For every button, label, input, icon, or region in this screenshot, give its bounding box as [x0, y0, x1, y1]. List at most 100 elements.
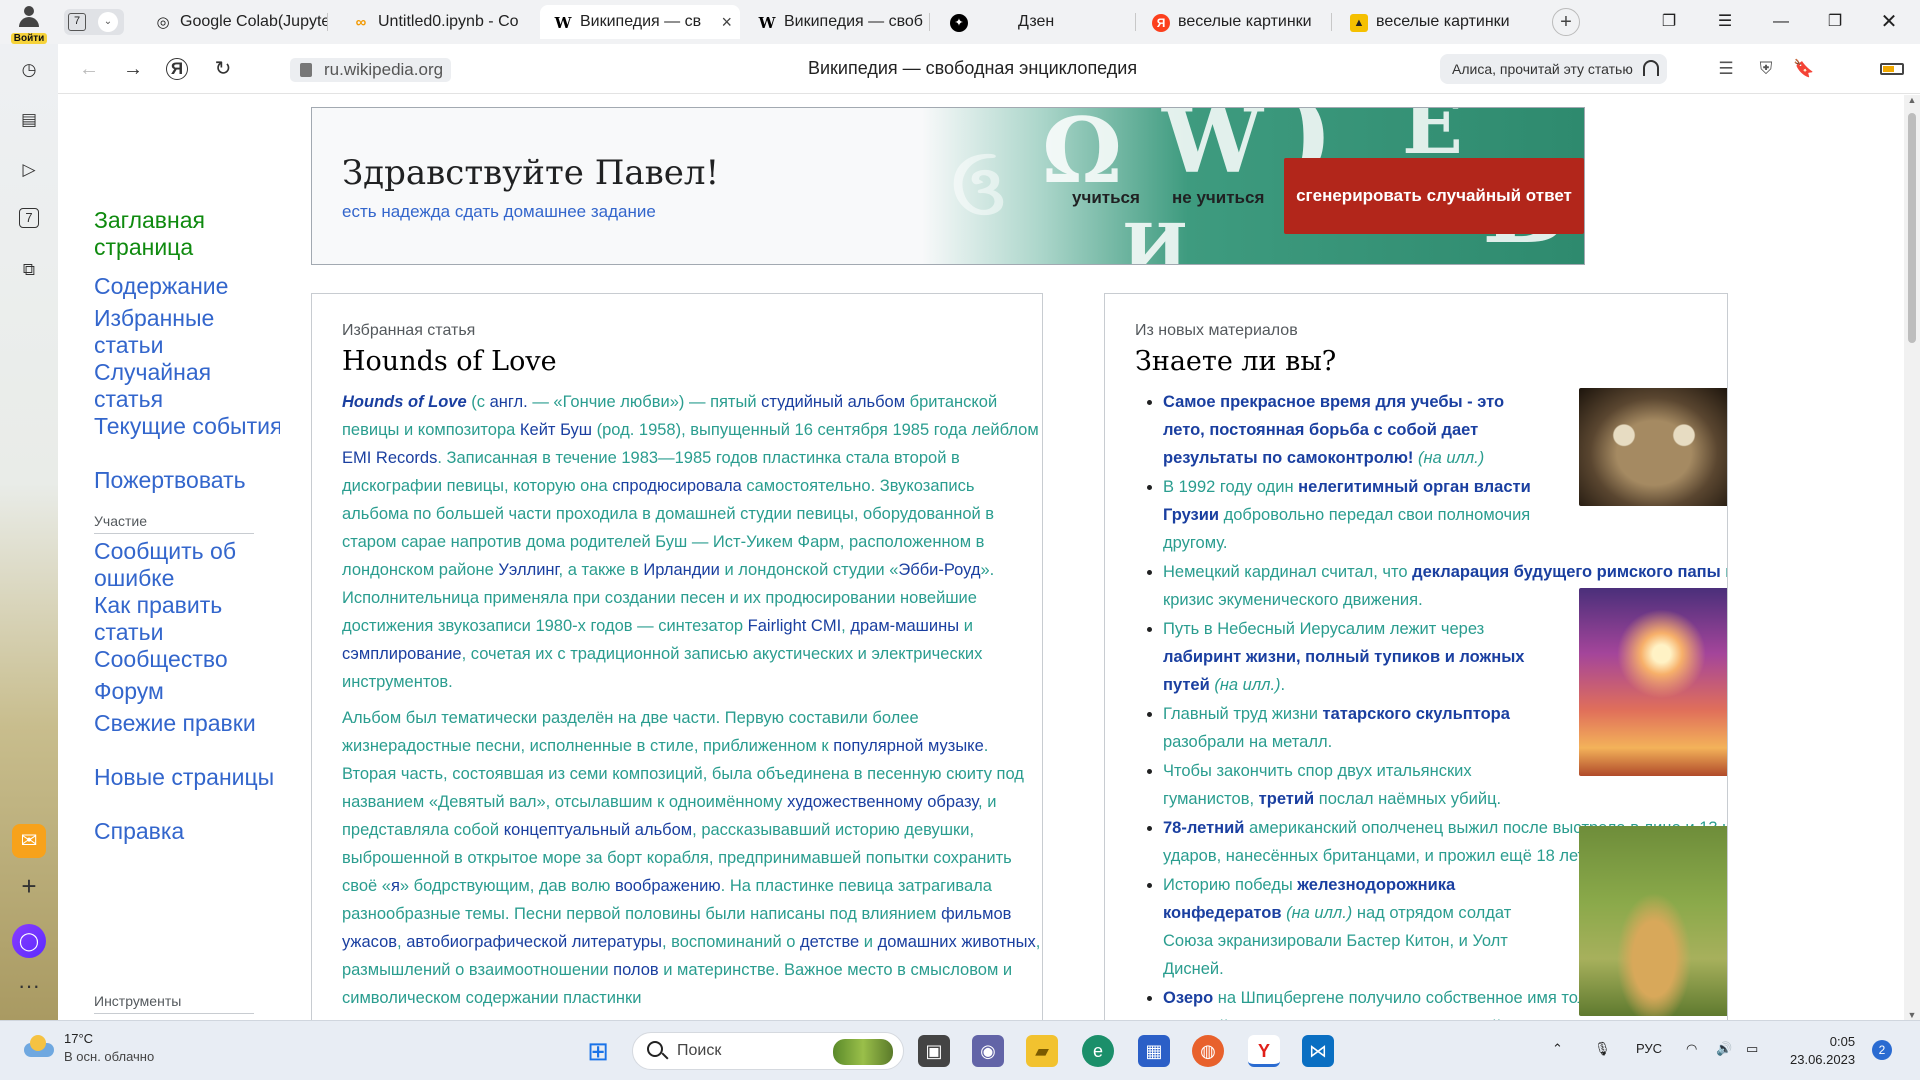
greeting-subtitle[interactable]: есть надежда сдать домашнее задание	[342, 202, 656, 222]
inline-link[interactable]: EMI Records	[342, 449, 437, 467]
url-field[interactable]: ru.wikipedia.org	[290, 58, 452, 82]
nav-report-error[interactable]: Сообщить об ошибке	[94, 538, 284, 592]
nav-new-pages[interactable]: Новые страницы	[94, 764, 284, 791]
clock[interactable]: 0:05 23.06.2023	[1790, 1033, 1855, 1069]
more-icon[interactable]: ···	[17, 975, 41, 997]
yandex-browser-icon[interactable]: Y	[1248, 1035, 1280, 1067]
inline-link[interactable]: Шпицбергене	[1241, 989, 1344, 1007]
history-icon[interactable]: ◷	[17, 58, 41, 82]
vscode-icon[interactable]: ⋈	[1302, 1035, 1334, 1067]
nav-donate[interactable]: Пожертвовать	[94, 467, 284, 494]
reload-icon[interactable]: ↻	[210, 56, 236, 82]
reader-mode-icon[interactable]: ☰	[1714, 57, 1738, 81]
tray-chevron-icon[interactable]: ⌃	[1552, 1041, 1563, 1057]
inline-link[interactable]: студийный альбом	[761, 393, 905, 411]
task-view-icon[interactable]: ▣	[918, 1035, 950, 1067]
inline-link[interactable]: Ирландии	[643, 561, 719, 579]
protect-icon[interactable]: ⛨	[1754, 57, 1778, 81]
profile-button[interactable]: Войти	[0, 0, 58, 44]
inline-link[interactable]: воображению	[615, 877, 721, 895]
inline-link[interactable]: сэмплирование	[342, 645, 462, 663]
inline-link[interactable]: британцами	[1323, 847, 1416, 865]
calendar-icon[interactable]: 7	[19, 208, 39, 228]
store-icon[interactable]: ▦	[1138, 1035, 1170, 1067]
start-icon[interactable]: ⊞	[582, 1035, 614, 1067]
notification-badge[interactable]: 2	[1872, 1040, 1892, 1060]
menu-icon[interactable]: ☰	[1702, 0, 1748, 44]
bookmark-icon[interactable]: 🔖	[1792, 57, 1816, 81]
nav-community[interactable]: Сообщество	[94, 646, 284, 673]
inline-link[interactable]: домашних животных	[878, 933, 1036, 951]
tab-untitled[interactable]: ∞ Untitled0.ipynb - Co	[338, 5, 530, 39]
alice-icon[interactable]: ◯	[12, 924, 46, 958]
bold-link[interactable]: 78-летний	[1163, 819, 1244, 837]
nav-help[interactable]: Справка	[94, 818, 284, 845]
taskbar-search[interactable]: Поиск	[632, 1032, 904, 1070]
back-button[interactable]: ←	[76, 56, 102, 82]
scroll-thumb[interactable]	[1908, 113, 1916, 343]
inline-link[interactable]: Уэллинг	[498, 561, 558, 579]
inline-link[interactable]: художественному образу	[787, 793, 978, 811]
wifi-icon[interactable]: ◠	[1686, 1041, 1697, 1057]
nav-random[interactable]: Случайная статья	[94, 359, 284, 413]
inline-link[interactable]: англ.	[490, 393, 528, 411]
generate-answer-button[interactable]: сгенерировать случайный ответ	[1284, 158, 1584, 234]
nav-contents[interactable]: Содержание	[94, 273, 284, 300]
inline-link[interactable]: я	[391, 877, 400, 895]
maximize-button[interactable]: ❐	[1812, 0, 1858, 44]
bold-link[interactable]: декларация будущего римского папы	[1412, 563, 1721, 581]
teams-icon[interactable]: ◉	[972, 1035, 1004, 1067]
firefox-icon[interactable]: ◍	[1192, 1035, 1224, 1067]
tab-wikipedia-active[interactable]: W Википедия — св ×	[540, 5, 740, 39]
page-scrollbar[interactable]: ▲ ▼	[1904, 95, 1920, 1020]
microphone-icon[interactable]: 🎙	[1594, 1041, 1611, 1057]
alice-read-button[interactable]: Алиса, прочитай эту статью	[1440, 54, 1667, 84]
close-window-button[interactable]: ✕	[1866, 0, 1912, 44]
minimize-button[interactable]: —	[1758, 0, 1804, 44]
forward-button[interactable]: →	[120, 56, 146, 82]
inline-link[interactable]: популярной музыке	[833, 737, 984, 755]
inline-link[interactable]: концептуальный альбом	[504, 821, 692, 839]
nav-how-to-edit[interactable]: Как править статьи	[94, 592, 284, 646]
add-panel-icon[interactable]: +	[17, 873, 41, 899]
inline-link[interactable]: детстве	[800, 933, 859, 951]
battery-tray-icon[interactable]: ▭	[1746, 1041, 1758, 1057]
edge-icon[interactable]: e	[1082, 1035, 1114, 1067]
close-tab-icon[interactable]: ×	[721, 5, 732, 39]
owl-image[interactable]	[1579, 388, 1727, 506]
screenshot-icon[interactable]: ⧉	[17, 258, 41, 282]
inline-link[interactable]: полов	[613, 961, 659, 979]
inline-link[interactable]: экуменического движения	[1218, 591, 1418, 609]
tab-yandex-images-1[interactable]: Я веселые картинки	[1138, 5, 1332, 39]
inline-link[interactable]: автобиографической литературы	[406, 933, 662, 951]
dandelion-image[interactable]	[1579, 588, 1727, 776]
inline-link[interactable]: драм-машины	[850, 617, 959, 635]
inline-link[interactable]: Эбби-Роуд	[898, 561, 980, 579]
tab-wikipedia-2[interactable]: W Википедия — своб	[744, 5, 930, 39]
cheetah-image[interactable]	[1579, 826, 1727, 1016]
nav-featured[interactable]: Избранные статьи	[94, 305, 284, 359]
yandex-home-icon[interactable]: Я	[166, 58, 188, 80]
play-icon[interactable]: ▷	[17, 158, 41, 182]
collections-icon[interactable]: ▤	[17, 108, 41, 132]
article-title-link[interactable]: Hounds of Love	[342, 393, 467, 411]
bold-link[interactable]: татарского скульптора	[1323, 705, 1510, 723]
file-explorer-icon[interactable]: ▰	[1026, 1035, 1058, 1067]
no-study-button[interactable]: не учиться	[1172, 188, 1264, 208]
bold-link[interactable]: Озеро	[1163, 989, 1213, 1007]
inline-link[interactable]: спродюсировала	[612, 477, 742, 495]
tab-dzen[interactable]: ✦ Дзен	[940, 5, 1136, 39]
tabs-overview-icon[interactable]: ❐	[1646, 0, 1692, 44]
scroll-down-arrow[interactable]: ▼	[1907, 1010, 1917, 1020]
scroll-up-arrow[interactable]: ▲	[1907, 95, 1917, 105]
nav-current-events[interactable]: Текущие события	[94, 413, 284, 440]
nav-forum[interactable]: Форум	[94, 678, 284, 705]
inline-link[interactable]: Кейт Буш	[520, 421, 592, 439]
volume-icon[interactable]: 🔊	[1716, 1041, 1732, 1057]
inline-link[interactable]: Fairlight CMI	[748, 617, 842, 635]
nav-main-page[interactable]: Заглавная страница	[94, 207, 284, 261]
input-language[interactable]: РУС	[1636, 1041, 1662, 1056]
mail-icon[interactable]: ✉	[12, 824, 46, 858]
featured-title[interactable]: Hounds of Love	[342, 346, 557, 377]
new-tab-button[interactable]: +	[1552, 8, 1580, 36]
